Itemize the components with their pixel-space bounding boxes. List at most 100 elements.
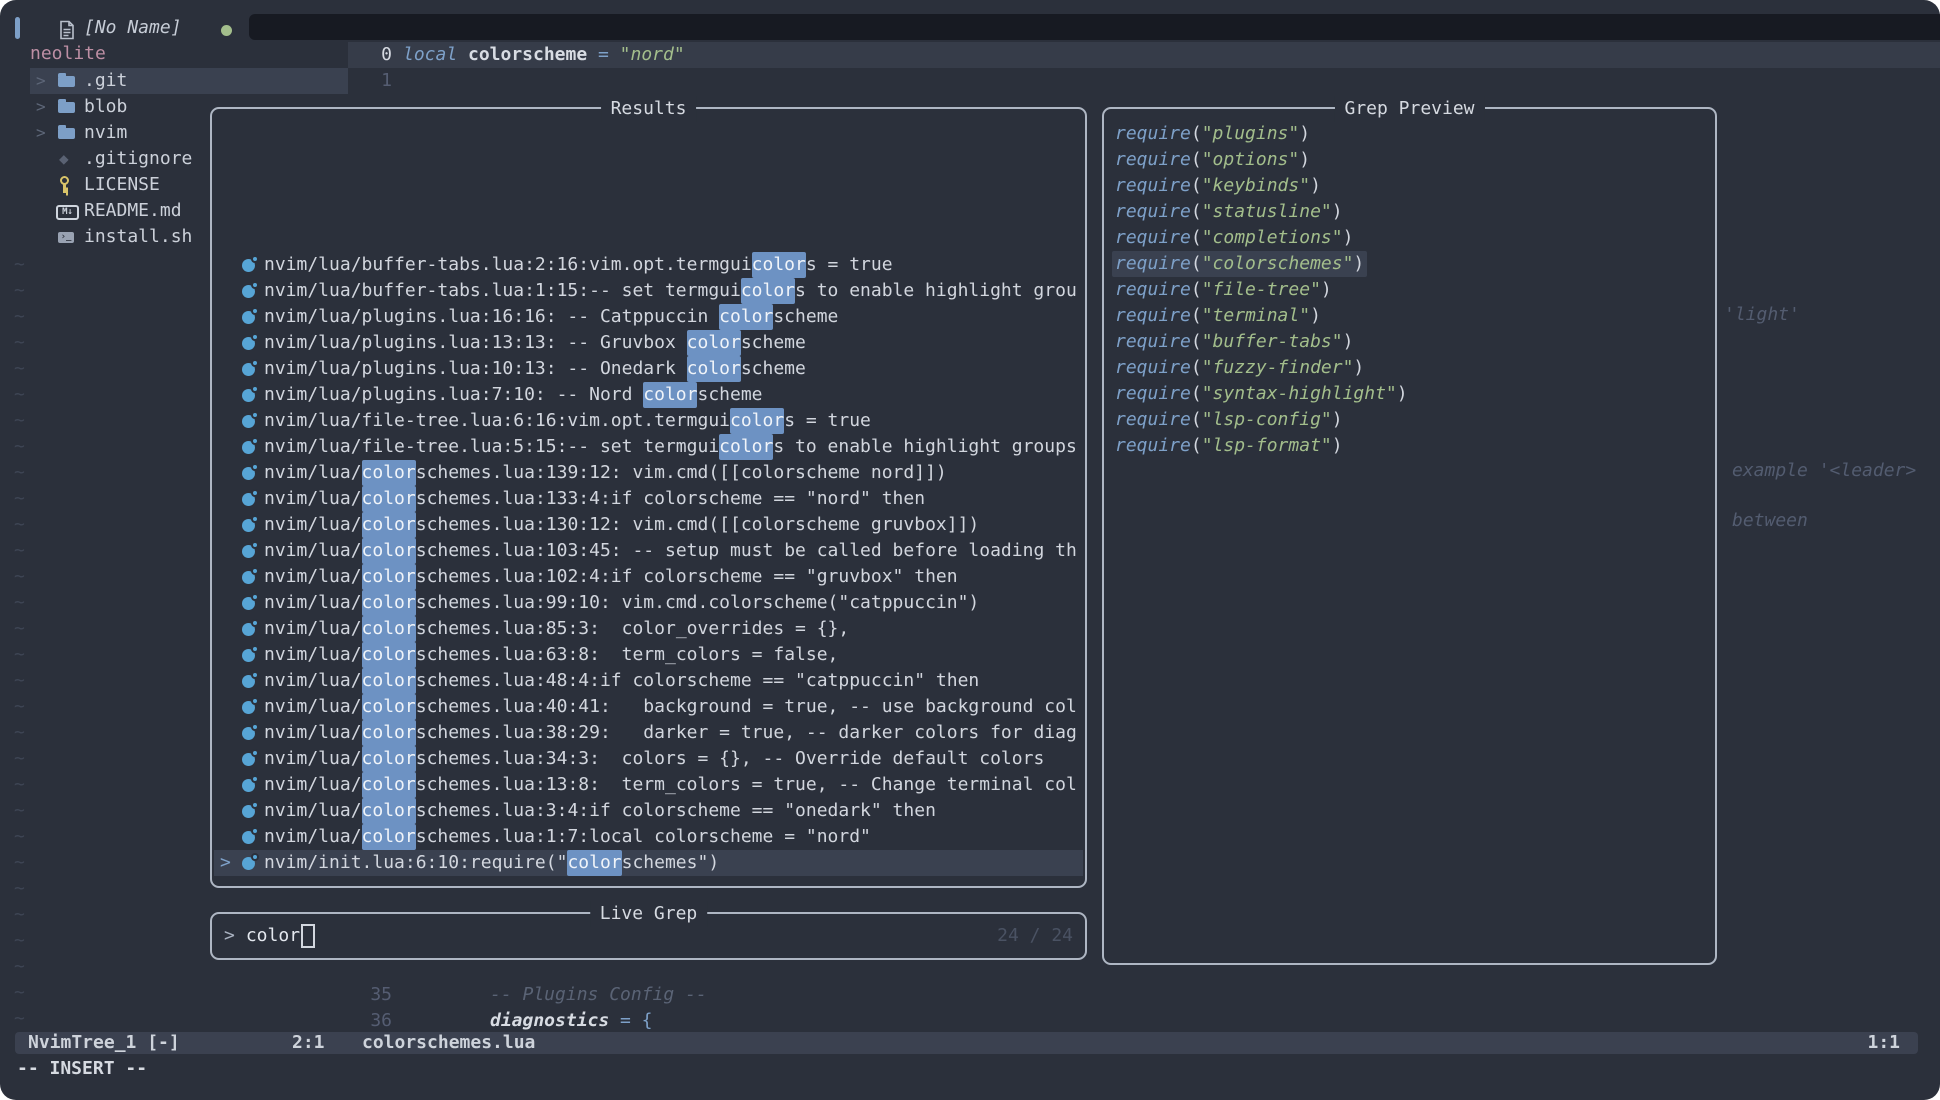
empty-line-tilde: ~ (14, 954, 25, 980)
result-text: schemes") (622, 850, 720, 876)
lua-file-icon (242, 311, 255, 324)
empty-line-tilde: ~ (14, 902, 25, 928)
match-highlight: color (719, 434, 773, 460)
status-filename: colorschemes.lua (362, 1032, 535, 1054)
result-text: schemes.lua:3:4:if colorscheme == "oneda… (416, 798, 936, 824)
require-statement: require("statusline") (1112, 199, 1346, 225)
empty-line-tilde: ~ (14, 720, 25, 746)
result-row[interactable]: nvim/lua/plugins.lua:13:13: -- Gruvbox c… (214, 330, 1083, 356)
selection-caret-icon (220, 772, 240, 798)
empty-line-tilde: ~ (14, 252, 25, 278)
match-highlight: color (362, 616, 416, 642)
lua-file-icon (242, 493, 255, 506)
result-row[interactable]: nvim/lua/plugins.lua:16:16: -- Catppucci… (214, 304, 1083, 330)
prompt-caret-icon: > (224, 923, 235, 949)
match-highlight: color (362, 512, 416, 538)
live-grep-window-title: Live Grep (590, 901, 708, 927)
match-highlight: color (362, 798, 416, 824)
result-text: nvim/lua/ (264, 590, 362, 616)
buffer-tab[interactable]: [No Name] (84, 15, 182, 41)
result-row[interactable]: nvim/lua/plugins.lua:10:13: -- Onedark c… (214, 356, 1083, 382)
lua-file-icon (242, 467, 255, 480)
tree-item-label: blob (84, 94, 127, 120)
result-text: nvim/lua/buffer-tabs.lua:1:15:-- set ter… (264, 278, 741, 304)
require-statement: require("fuzzy-finder") (1112, 355, 1367, 381)
result-row[interactable]: >nvim/init.lua:6:10:require("colorscheme… (214, 850, 1083, 876)
match-highlight: color (362, 720, 416, 746)
folder-icon (58, 94, 84, 120)
lua-file-icon (242, 285, 255, 298)
result-row[interactable]: nvim/lua/colorschemes.lua:34:3: colors =… (214, 746, 1083, 772)
match-highlight: color (567, 850, 621, 876)
terminal-icon (58, 224, 84, 250)
require-statement: require("terminal") (1112, 303, 1324, 329)
lua-file-icon (242, 597, 255, 610)
results-list: nvim/lua/buffer-tabs.lua:2:16:vim.opt.te… (214, 252, 1083, 876)
lua-file-icon (242, 259, 255, 272)
folder-icon (58, 68, 84, 94)
result-row[interactable]: nvim/lua/colorschemes.lua:38:29: darker … (214, 720, 1083, 746)
result-row[interactable]: nvim/lua/colorschemes.lua:63:8: term_col… (214, 642, 1083, 668)
line-number-35: 35 (348, 982, 392, 1008)
result-text: schemes.lua:85:3: color_overrides = {}, (416, 616, 849, 642)
result-row[interactable]: nvim/lua/plugins.lua:7:10: -- Nord color… (214, 382, 1083, 408)
lua-file-icon (242, 779, 255, 792)
match-highlight: color (362, 460, 416, 486)
require-statement: require("syntax-highlight") (1112, 381, 1411, 407)
result-row[interactable]: nvim/lua/colorschemes.lua:13:8: term_col… (214, 772, 1083, 798)
results-window: Results nvim/lua/buffer-tabs.lua:2:16:vi… (210, 107, 1087, 888)
result-row[interactable]: nvim/lua/file-tree.lua:6:16:vim.opt.term… (214, 408, 1083, 434)
require-statement: require("keybinds") (1112, 173, 1324, 199)
require-statement: require("lsp-config") (1112, 407, 1346, 433)
result-text: nvim/lua/plugins.lua:7:10: -- Nord (264, 382, 643, 408)
preview-line: require("syntax-highlight") (1106, 381, 1713, 407)
result-text: schemes.lua:103:45: -- setup must be cal… (416, 538, 1077, 564)
selection-caret-icon (220, 694, 240, 720)
folder-icon (58, 120, 84, 146)
result-text: nvim/init.lua:6:10:require(" (264, 850, 567, 876)
tree-item-.git[interactable]: >.git (30, 68, 348, 94)
result-row[interactable]: nvim/lua/file-tree.lua:5:15:-- set termg… (214, 434, 1083, 460)
match-highlight: color (741, 278, 795, 304)
result-row[interactable]: nvim/lua/colorschemes.lua:3:4:if colorsc… (214, 798, 1083, 824)
lua-file-icon (242, 649, 255, 662)
status-line: NvimTree_1 [-] 2:1 colorschemes.lua 1:1 (15, 1032, 1918, 1054)
preview-line: require("statusline") (1106, 199, 1713, 225)
match-highlight: color (362, 590, 416, 616)
result-row[interactable]: nvim/lua/buffer-tabs.lua:2:16:vim.opt.te… (214, 252, 1083, 278)
result-row[interactable]: nvim/lua/colorschemes.lua:130:12: vim.cm… (214, 512, 1083, 538)
result-row[interactable]: nvim/lua/colorschemes.lua:48:4:if colors… (214, 668, 1083, 694)
result-text: nvim/lua/ (264, 668, 362, 694)
lua-file-icon (242, 753, 255, 766)
result-row[interactable]: nvim/lua/colorschemes.lua:102:4:if color… (214, 564, 1083, 590)
lua-file-icon (242, 415, 255, 428)
line-number-0: 0 (348, 42, 392, 68)
result-text: s = true (806, 252, 893, 278)
result-row[interactable]: nvim/lua/colorschemes.lua:133:4:if color… (214, 486, 1083, 512)
result-row[interactable]: nvim/lua/colorschemes.lua:139:12: vim.cm… (214, 460, 1083, 486)
selection-caret-icon (220, 538, 240, 564)
terminal-window: [No Name] 0 localcolorscheme="nord" 1 ne… (0, 0, 1940, 1100)
result-text: s = true (784, 408, 871, 434)
selection-caret-icon (220, 252, 240, 278)
result-row[interactable]: nvim/lua/colorschemes.lua:85:3: color_ov… (214, 616, 1083, 642)
result-text: nvim/lua/ (264, 824, 362, 850)
tree-item-label: README.md (84, 198, 182, 224)
project-root-label[interactable]: neolite (30, 41, 106, 67)
editor-line-0: localcolorscheme="nord" (403, 42, 685, 68)
result-text: nvim/lua/file-tree.lua:6:16:vim.opt.term… (264, 408, 730, 434)
result-row[interactable]: nvim/lua/buffer-tabs.lua:1:15:-- set ter… (214, 278, 1083, 304)
grep-preview-window: Grep Preview require("plugins")require("… (1102, 107, 1717, 965)
lua-file-icon (242, 857, 255, 870)
result-row[interactable]: nvim/lua/colorschemes.lua:40:41: backgro… (214, 694, 1083, 720)
tab-indicator-bar (15, 17, 20, 39)
match-highlight: color (362, 668, 416, 694)
result-row[interactable]: nvim/lua/colorschemes.lua:1:7:local colo… (214, 824, 1083, 850)
result-row[interactable]: nvim/lua/colorschemes.lua:103:45: -- set… (214, 538, 1083, 564)
empty-line-tilde: ~ (14, 434, 25, 460)
result-text: nvim/lua/ (264, 538, 362, 564)
result-row[interactable]: nvim/lua/colorschemes.lua:99:10: vim.cmd… (214, 590, 1083, 616)
empty-line-tilde: ~ (14, 1006, 25, 1032)
lua-file-icon (242, 805, 255, 818)
empty-lines: ~~~~~~~~~~~~~~~~~~~~~~~~~~~~~~ (14, 252, 25, 1032)
